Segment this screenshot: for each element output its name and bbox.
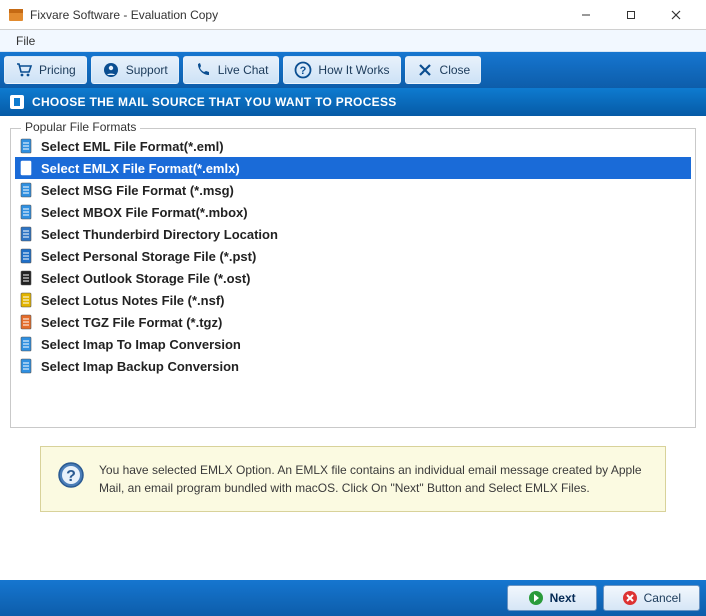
file-format-icon: [19, 204, 35, 220]
format-option[interactable]: Select EMLX File Format(*.emlx): [15, 157, 691, 179]
format-label: Select Thunderbird Directory Location: [41, 227, 278, 242]
next-arrow-icon: [528, 590, 544, 606]
format-label: Select MBOX File Format(*.mbox): [41, 205, 248, 220]
format-label: Select Lotus Notes File (*.nsf): [41, 293, 224, 308]
cancel-label: Cancel: [644, 591, 681, 605]
format-option[interactable]: Select MBOX File Format(*.mbox): [15, 201, 691, 223]
cancel-icon: [622, 590, 638, 606]
live-chat-button[interactable]: Live Chat: [183, 56, 280, 84]
next-label: Next: [550, 591, 576, 605]
next-button[interactable]: Next: [507, 585, 597, 611]
file-format-icon: [19, 336, 35, 352]
bottom-bar: Next Cancel: [0, 580, 706, 616]
format-label: Select EMLX File Format(*.emlx): [41, 161, 240, 176]
how-it-works-label: How It Works: [318, 63, 389, 77]
file-format-icon: [19, 182, 35, 198]
close-window-button[interactable]: [653, 0, 698, 30]
maximize-button[interactable]: [608, 0, 653, 30]
format-label: Select Personal Storage File (*.pst): [41, 249, 256, 264]
support-icon: [102, 61, 120, 79]
menu-bar: File: [0, 30, 706, 52]
close-label: Close: [440, 63, 471, 77]
app-icon: [8, 7, 24, 23]
info-panel: ? You have selected EMLX Option. An EMLX…: [40, 446, 666, 512]
menu-file[interactable]: File: [8, 32, 43, 50]
format-list: Select EML File Format(*.eml) Select EMLX…: [15, 135, 691, 377]
support-label: Support: [126, 63, 168, 77]
file-format-icon: [19, 270, 35, 286]
file-format-icon: [19, 248, 35, 264]
cart-icon: [15, 61, 33, 79]
format-option[interactable]: Select Thunderbird Directory Location: [15, 223, 691, 245]
section-header: CHOOSE THE MAIL SOURCE THAT YOU WANT TO …: [0, 88, 706, 116]
cancel-button[interactable]: Cancel: [603, 585, 700, 611]
format-label: Select Imap To Imap Conversion: [41, 337, 241, 352]
format-option[interactable]: Select TGZ File Format (*.tgz): [15, 311, 691, 333]
format-label: Select Imap Backup Conversion: [41, 359, 239, 374]
format-label: Select MSG File Format (*.msg): [41, 183, 234, 198]
format-label: Select TGZ File Format (*.tgz): [41, 315, 222, 330]
close-button[interactable]: Close: [405, 56, 482, 84]
close-icon: [416, 61, 434, 79]
format-option[interactable]: Select Imap Backup Conversion: [15, 355, 691, 377]
info-text: You have selected EMLX Option. An EMLX f…: [99, 461, 649, 497]
info-icon: ?: [57, 461, 85, 489]
minimize-button[interactable]: [563, 0, 608, 30]
format-option[interactable]: Select Outlook Storage File (*.ost): [15, 267, 691, 289]
file-format-icon: [19, 314, 35, 330]
format-option[interactable]: Select Lotus Notes File (*.nsf): [15, 289, 691, 311]
title-bar: Fixvare Software - Evaluation Copy: [0, 0, 706, 30]
svg-text:?: ?: [66, 468, 76, 485]
file-format-icon: [19, 226, 35, 242]
file-formats-groupbox: Popular File Formats Select EML File For…: [10, 128, 696, 428]
document-icon: [10, 95, 24, 109]
support-button[interactable]: Support: [91, 56, 179, 84]
file-format-icon: [19, 292, 35, 308]
file-format-icon: [19, 138, 35, 154]
format-label: Select EML File Format(*.eml): [41, 139, 224, 154]
format-option[interactable]: Select MSG File Format (*.msg): [15, 179, 691, 201]
file-format-icon: [19, 160, 35, 176]
format-option[interactable]: Select Imap To Imap Conversion: [15, 333, 691, 355]
pricing-button[interactable]: Pricing: [4, 56, 87, 84]
format-option[interactable]: Select EML File Format(*.eml): [15, 135, 691, 157]
window-title: Fixvare Software - Evaluation Copy: [30, 8, 563, 22]
phone-icon: [194, 61, 212, 79]
question-icon: ?: [294, 61, 312, 79]
toolbar: Pricing Support Live Chat ? How It Works…: [0, 52, 706, 88]
pricing-label: Pricing: [39, 63, 76, 77]
main-area: Popular File Formats Select EML File For…: [0, 116, 706, 580]
format-option[interactable]: Select Personal Storage File (*.pst): [15, 245, 691, 267]
section-title: CHOOSE THE MAIL SOURCE THAT YOU WANT TO …: [32, 95, 397, 109]
svg-text:?: ?: [300, 65, 307, 77]
live-chat-label: Live Chat: [218, 63, 269, 77]
format-label: Select Outlook Storage File (*.ost): [41, 271, 250, 286]
how-it-works-button[interactable]: ? How It Works: [283, 56, 400, 84]
groupbox-legend: Popular File Formats: [21, 120, 140, 134]
file-format-icon: [19, 358, 35, 374]
